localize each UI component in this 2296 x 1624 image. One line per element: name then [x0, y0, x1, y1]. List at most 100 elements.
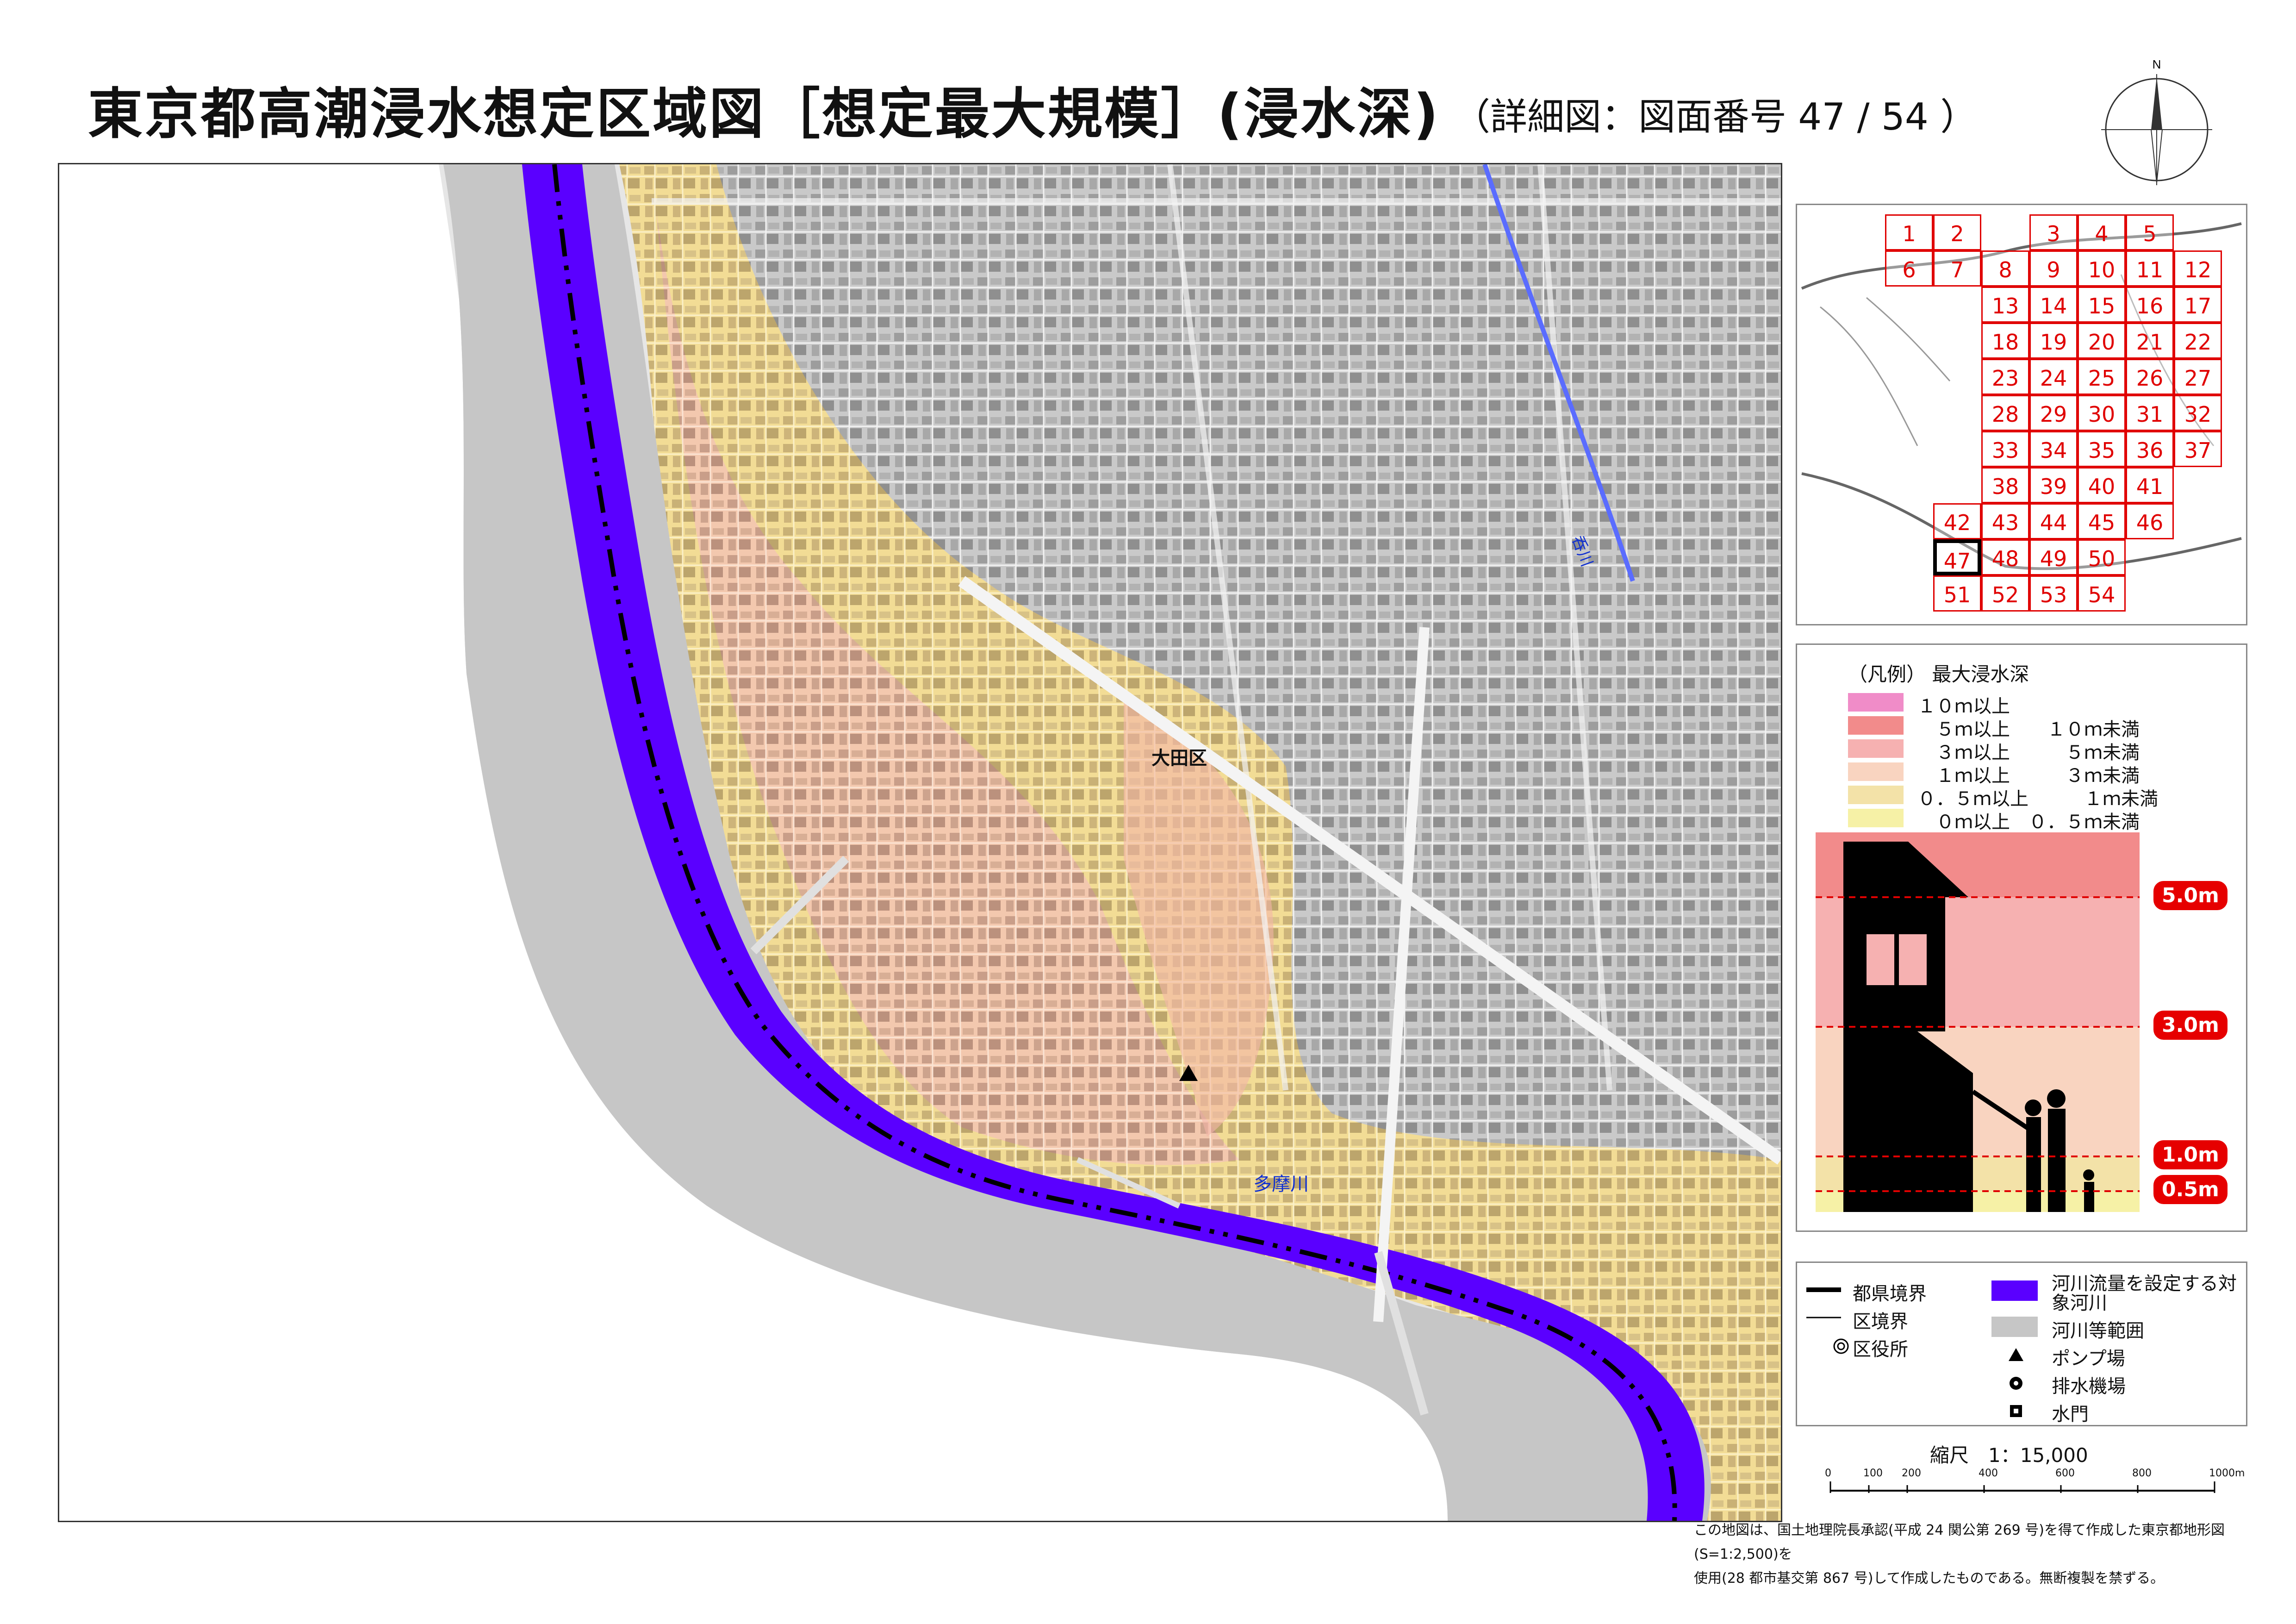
symbols-legend: 都県境界 区境界 区役所 河川流量を設定する対象河川 河川等範囲 ポンプ場 排水… — [1796, 1262, 2247, 1426]
index-cell[interactable]: 7 — [1933, 250, 1981, 287]
sluice-label: 水門 — [2052, 1404, 2089, 1425]
legend-panel: （凡例） 最大浸水深 １０ｍ以上 ５ｍ以上 １０ｍ未満 ３ｍ以上 ５ｍ未満 １ｍ… — [1796, 643, 2247, 1232]
river-range-label: 河川等範囲 — [2052, 1320, 2144, 1342]
index-cell[interactable]: 48 — [1981, 539, 2029, 575]
legend-swatch — [1848, 809, 1904, 827]
index-cell[interactable]: 49 — [2029, 539, 2078, 575]
depth-marker-3m: 3.0m — [2153, 1011, 2228, 1040]
index-cell[interactable]: 41 — [2126, 467, 2174, 503]
index-cell[interactable]: 18 — [1981, 323, 2029, 359]
legend-row: １ｍ以上 ３ｍ未満 — [1848, 761, 2237, 787]
sheet-number: （詳細図：図面番号 47 / 54 ） — [1453, 95, 1978, 138]
index-cell[interactable]: 39 — [2029, 467, 2078, 503]
index-cell[interactable]: 28 — [1981, 395, 2029, 431]
index-cell[interactable]: 16 — [2126, 287, 2174, 323]
legend-swatch — [1848, 762, 1904, 781]
index-cell[interactable]: 19 — [2029, 323, 2078, 359]
main-map[interactable]: 大田区 多摩川 呑川 — [58, 163, 1782, 1522]
index-cell[interactable]: 27 — [2174, 359, 2222, 395]
index-cell[interactable]: 1 — [1885, 214, 1933, 250]
legend-row: ０．５ｍ以上 １ｍ未満 — [1848, 784, 2237, 810]
index-cell[interactable]: 4 — [2078, 214, 2126, 250]
target-river-swatch — [1991, 1280, 2038, 1301]
index-cell[interactable]: 5 — [2126, 214, 2174, 250]
index-cell[interactable]: 40 — [2078, 467, 2126, 503]
target-river-label: 河川流量を設定する対象河川 — [2052, 1273, 2237, 1314]
scale-tick-label: 100 — [1863, 1468, 1883, 1479]
ward-label: 大田区 — [1151, 748, 1207, 769]
index-cell[interactable]: 3 — [2029, 214, 2078, 250]
index-cell[interactable]: 20 — [2078, 323, 2126, 359]
north-label: N — [2153, 57, 2161, 71]
legend-row: ５ｍ以上 １０ｍ未満 — [1848, 714, 2237, 740]
pump-icon — [2009, 1348, 2023, 1361]
page-title: 東京都高潮浸水想定区域図［想定最大規模］(浸水深) — [88, 82, 1440, 146]
index-cell[interactable]: 50 — [2078, 539, 2126, 575]
index-cell[interactable]: 33 — [1981, 431, 2029, 467]
index-cell[interactable]: 29 — [2029, 395, 2078, 431]
depth-marker-05m: 0.5m — [2153, 1175, 2228, 1204]
index-cell[interactable]: 42 — [1933, 503, 1981, 539]
legend-row: ０ｍ以上 ０．５ｍ未満 — [1848, 807, 2237, 833]
index-cell[interactable]: 45 — [2078, 503, 2126, 539]
index-cell[interactable]: 21 — [2126, 323, 2174, 359]
map-credit: この地図は、国土地理院長承認(平成 24 関公第 269 号)を得て作成した東京… — [1694, 1518, 2254, 1591]
pump-label: ポンプ場 — [2052, 1348, 2125, 1369]
drain-label: 排水機場 — [2052, 1376, 2126, 1397]
index-cell[interactable]: 44 — [2029, 503, 2078, 539]
index-cell[interactable]: 36 — [2126, 431, 2174, 467]
scale-bar: 0 100 200 400 600 800 1000m — [1821, 1468, 2245, 1500]
index-cell[interactable]: 43 — [1981, 503, 2029, 539]
index-cell[interactable]: 22 — [2174, 323, 2222, 359]
index-cell-current[interactable]: 47 — [1933, 539, 1981, 575]
index-cell[interactable]: 35 — [2078, 431, 2126, 467]
index-cell[interactable]: 2 — [1933, 214, 1981, 250]
index-cell[interactable]: 32 — [2174, 395, 2222, 431]
index-cell[interactable]: 14 — [2029, 287, 2078, 323]
scale-tick-label: 200 — [1902, 1468, 1921, 1479]
index-cell[interactable]: 30 — [2078, 395, 2126, 431]
index-cell[interactable]: 23 — [1981, 359, 2029, 395]
depth-marker-5m: 5.0m — [2153, 881, 2228, 910]
index-cell[interactable]: 31 — [2126, 395, 2174, 431]
legend-swatch — [1848, 739, 1904, 758]
index-cell[interactable]: 52 — [1981, 575, 2029, 612]
index-cell[interactable]: 38 — [1981, 467, 2029, 503]
index-cell[interactable]: 46 — [2126, 503, 2174, 539]
index-cell[interactable]: 24 — [2029, 359, 2078, 395]
index-cell[interactable]: 51 — [1933, 575, 1981, 612]
ward-border-icon — [1806, 1317, 1841, 1318]
scale-tick-label: 600 — [2055, 1468, 2075, 1479]
index-cell[interactable]: 54 — [2078, 575, 2126, 612]
credit-line-2: 使用(28 都市基交第 867 号)して作成したものである。無断複製を禁ずる。 — [1694, 1570, 2165, 1587]
river-range-swatch — [1991, 1317, 2038, 1337]
pref-border-label: 都県境界 — [1853, 1283, 1927, 1305]
legend-swatch — [1848, 786, 1904, 804]
index-cell[interactable]: 25 — [2078, 359, 2126, 395]
legend-swatch — [1848, 716, 1904, 735]
index-cell[interactable]: 53 — [2029, 575, 2078, 612]
river-label-tama: 多摩川 — [1253, 1174, 1309, 1195]
index-cell[interactable]: 13 — [1981, 287, 2029, 323]
index-cell[interactable]: 17 — [2174, 287, 2222, 323]
index-cell[interactable]: 37 — [2174, 431, 2222, 467]
index-cell[interactable]: 6 — [1885, 250, 1933, 287]
index-cell[interactable]: 11 — [2126, 250, 2174, 287]
index-cell[interactable]: 12 — [2174, 250, 2222, 287]
legend-swatch — [1848, 693, 1904, 712]
scale-tick-label: 1000m — [2209, 1468, 2245, 1479]
legend-title: （凡例） 最大浸水深 — [1848, 663, 2029, 686]
depth-illustration: 5.0m 3.0m 1.0m 0.5m — [1816, 832, 2228, 1212]
north-arrow-icon: N — [2101, 57, 2212, 185]
index-cell[interactable]: 10 — [2078, 250, 2126, 287]
map-canvas — [439, 164, 1781, 1521]
index-cell[interactable]: 9 — [2029, 250, 2078, 287]
index-cell[interactable]: 8 — [1981, 250, 2029, 287]
index-cell[interactable]: 34 — [2029, 431, 2078, 467]
scale-tick-label: 400 — [1979, 1468, 1998, 1479]
depth-marker-1m: 1.0m — [2153, 1140, 2228, 1169]
index-cell[interactable]: 26 — [2126, 359, 2174, 395]
index-cell[interactable]: 15 — [2078, 287, 2126, 323]
credit-line-1: この地図は、国土地理院長承認(平成 24 関公第 269 号)を得て作成した東京… — [1694, 1522, 2225, 1562]
index-map: 1 2 3 4 5 6 7 8 9 10 11 12 13 14 15 16 17 18 19 20 21 22 23 24 2… — [1796, 204, 2247, 625]
